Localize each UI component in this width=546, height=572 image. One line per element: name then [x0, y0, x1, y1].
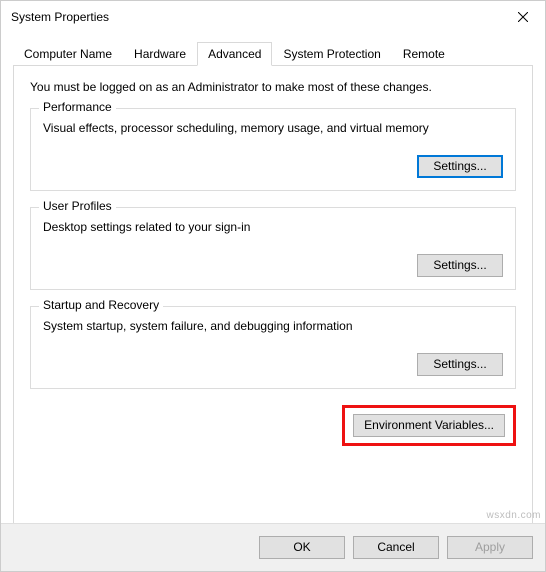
environment-variables-button[interactable]: Environment Variables... — [353, 414, 505, 437]
admin-note: You must be logged on as an Administrato… — [30, 80, 516, 94]
performance-group-desc: Visual effects, processor scheduling, me… — [43, 121, 503, 135]
startup-recovery-group-desc: System startup, system failure, and debu… — [43, 319, 503, 333]
window-title: System Properties — [11, 10, 500, 24]
system-properties-window: System Properties Computer Name Hardware… — [0, 0, 546, 572]
performance-button-row: Settings... — [43, 155, 503, 178]
tab-strip: Computer Name Hardware Advanced System P… — [13, 41, 533, 65]
user-profiles-button-row: Settings... — [43, 254, 503, 277]
user-profiles-settings-button[interactable]: Settings... — [417, 254, 503, 277]
content-area: Computer Name Hardware Advanced System P… — [1, 33, 545, 527]
env-vars-highlight: Environment Variables... — [342, 405, 516, 446]
tab-computer-name[interactable]: Computer Name — [13, 42, 123, 66]
startup-recovery-settings-button[interactable]: Settings... — [417, 353, 503, 376]
performance-group: Performance Visual effects, processor sc… — [30, 108, 516, 191]
apply-button[interactable]: Apply — [447, 536, 533, 559]
tab-remote[interactable]: Remote — [392, 42, 456, 66]
cancel-button[interactable]: Cancel — [353, 536, 439, 559]
performance-group-title: Performance — [39, 100, 116, 114]
tab-advanced[interactable]: Advanced — [197, 42, 272, 66]
close-button[interactable] — [500, 2, 545, 32]
dialog-footer: OK Cancel Apply — [1, 523, 545, 571]
user-profiles-group-title: User Profiles — [39, 199, 116, 213]
performance-settings-button[interactable]: Settings... — [417, 155, 503, 178]
ok-button[interactable]: OK — [259, 536, 345, 559]
user-profiles-group: User Profiles Desktop settings related t… — [30, 207, 516, 290]
user-profiles-group-desc: Desktop settings related to your sign-in — [43, 220, 503, 234]
advanced-panel: You must be logged on as an Administrato… — [13, 65, 533, 527]
startup-recovery-group-title: Startup and Recovery — [39, 298, 163, 312]
tab-system-protection[interactable]: System Protection — [272, 42, 391, 66]
tab-hardware[interactable]: Hardware — [123, 42, 197, 66]
env-vars-row: Environment Variables... — [30, 405, 516, 446]
close-icon — [518, 12, 528, 22]
watermark: wsxdn.com — [486, 510, 541, 521]
startup-recovery-group: Startup and Recovery System startup, sys… — [30, 306, 516, 389]
titlebar: System Properties — [1, 1, 545, 33]
startup-recovery-button-row: Settings... — [43, 353, 503, 376]
